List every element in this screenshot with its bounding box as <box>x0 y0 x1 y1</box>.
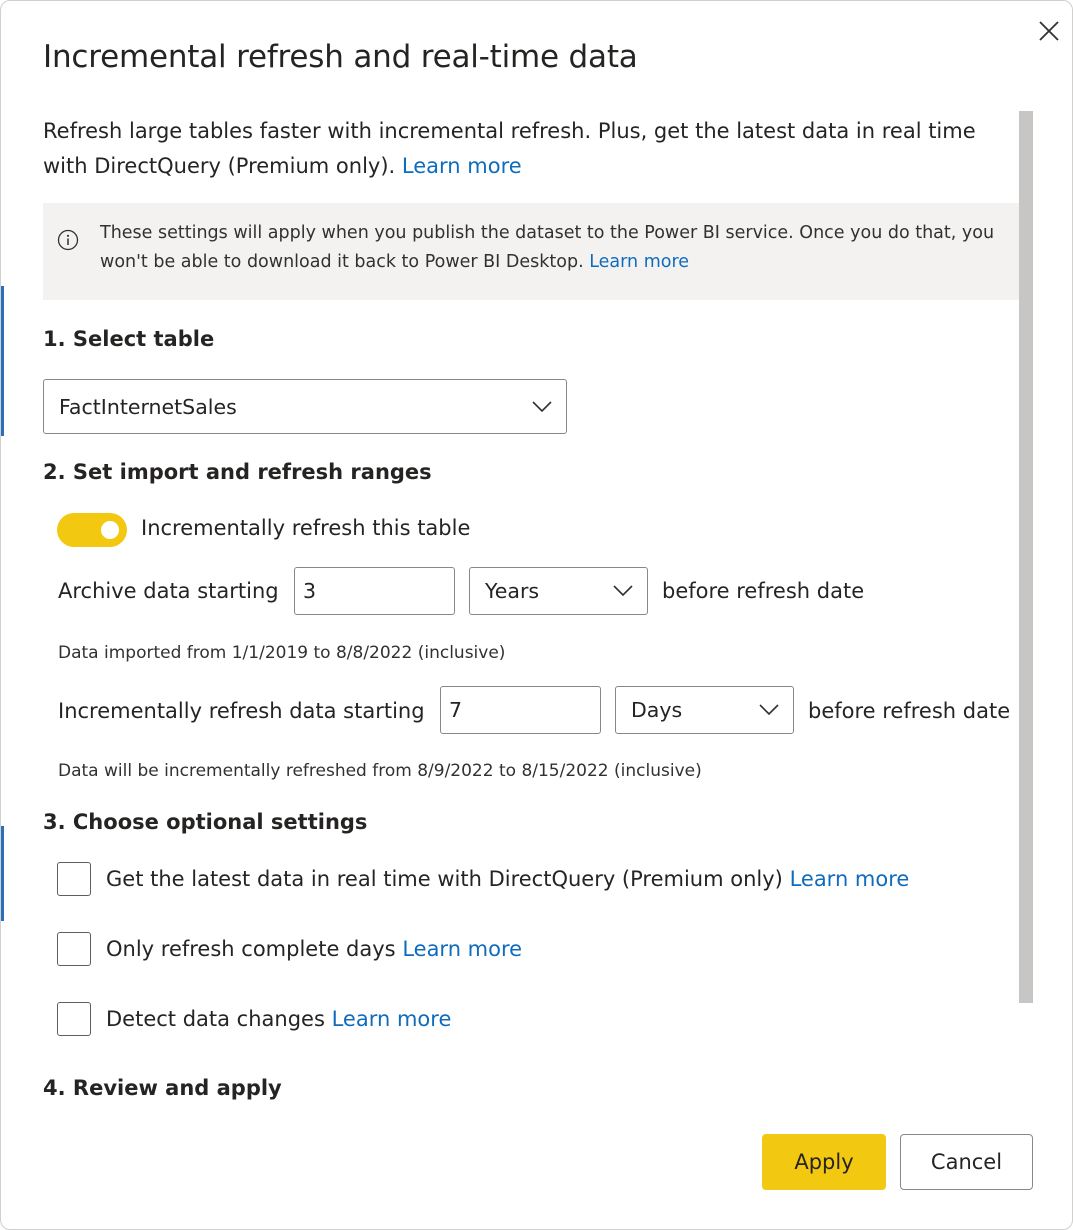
archive-unit-dropdown[interactable]: Years <box>469 567 648 615</box>
incremental-hint: Data will be incrementally refreshed fro… <box>58 761 702 781</box>
incremental-refresh-toggle[interactable] <box>57 513 127 547</box>
info-description: These settings will apply when you publi… <box>100 223 995 272</box>
archive-unit-value: Years <box>485 579 540 603</box>
complete-days-label: Only refresh complete days <box>106 937 396 961</box>
chevron-down-icon <box>759 704 779 716</box>
incremental-label: Incrementally refresh data starting <box>58 699 425 723</box>
chevron-down-icon <box>613 585 633 597</box>
archive-value: 3 <box>303 579 317 603</box>
detect-changes-label: Detect data changes <box>106 1007 325 1031</box>
toggle-knob <box>101 521 119 539</box>
cancel-button[interactable]: Cancel <box>900 1134 1033 1190</box>
close-icon <box>1039 21 1059 41</box>
scrollbar-thumb[interactable] <box>1019 111 1033 1003</box>
table-select-value: FactInternetSales <box>59 394 237 419</box>
detect-changes-checkbox[interactable] <box>57 1002 91 1036</box>
window-edge-accent <box>1 826 4 921</box>
section-select-table-heading: 1. Select table <box>43 327 215 351</box>
directquery-learn-more-link[interactable]: Learn more <box>790 867 910 891</box>
complete-days-option: Only refresh complete days Learn more <box>106 937 522 961</box>
incremental-value: 7 <box>449 698 463 722</box>
section-review-heading: 4. Review and apply <box>43 1076 282 1100</box>
detect-changes-learn-more-link[interactable]: Learn more <box>332 1007 452 1031</box>
section-ranges-heading: 2. Set import and refresh ranges <box>43 460 432 484</box>
info-text: These settings will apply when you publi… <box>100 219 1000 277</box>
archive-hint: Data imported from 1/1/2019 to 8/8/2022 … <box>58 643 506 663</box>
intro-learn-more-link[interactable]: Learn more <box>402 154 522 178</box>
directquery-label: Get the latest data in real time with Di… <box>106 867 783 891</box>
apply-button[interactable]: Apply <box>762 1134 886 1190</box>
dialog-title: Incremental refresh and real-time data <box>43 39 638 75</box>
incremental-refresh-toggle-label: Incrementally refresh this table <box>141 516 471 540</box>
incremental-unit-value: Days <box>631 698 683 722</box>
incremental-unit-dropdown[interactable]: Days <box>615 686 794 734</box>
chevron-down-icon <box>532 400 552 412</box>
intro-text: Refresh large tables faster with increme… <box>43 114 1013 184</box>
directquery-option: Get the latest data in real time with Di… <box>106 867 909 891</box>
close-button[interactable] <box>1031 13 1067 49</box>
archive-value-input[interactable]: 3 <box>294 567 455 615</box>
directquery-checkbox[interactable] <box>57 862 91 896</box>
incremental-refresh-dialog: Incremental refresh and real-time data R… <box>0 0 1073 1230</box>
complete-days-learn-more-link[interactable]: Learn more <box>402 937 522 961</box>
detect-changes-option: Detect data changes Learn more <box>106 1007 451 1031</box>
info-learn-more-link[interactable]: Learn more <box>589 252 689 272</box>
info-banner: These settings will apply when you publi… <box>43 203 1019 300</box>
archive-label: Archive data starting <box>58 579 279 603</box>
incremental-value-input[interactable]: 7 <box>440 686 601 734</box>
complete-days-checkbox[interactable] <box>57 932 91 966</box>
table-select-dropdown[interactable]: FactInternetSales <box>43 379 567 434</box>
info-icon <box>57 229 79 251</box>
window-edge-accent <box>1 286 4 436</box>
archive-suffix: before refresh date <box>662 579 865 603</box>
section-optional-heading: 3. Choose optional settings <box>43 810 368 834</box>
incremental-suffix: before refresh date <box>808 699 1011 723</box>
